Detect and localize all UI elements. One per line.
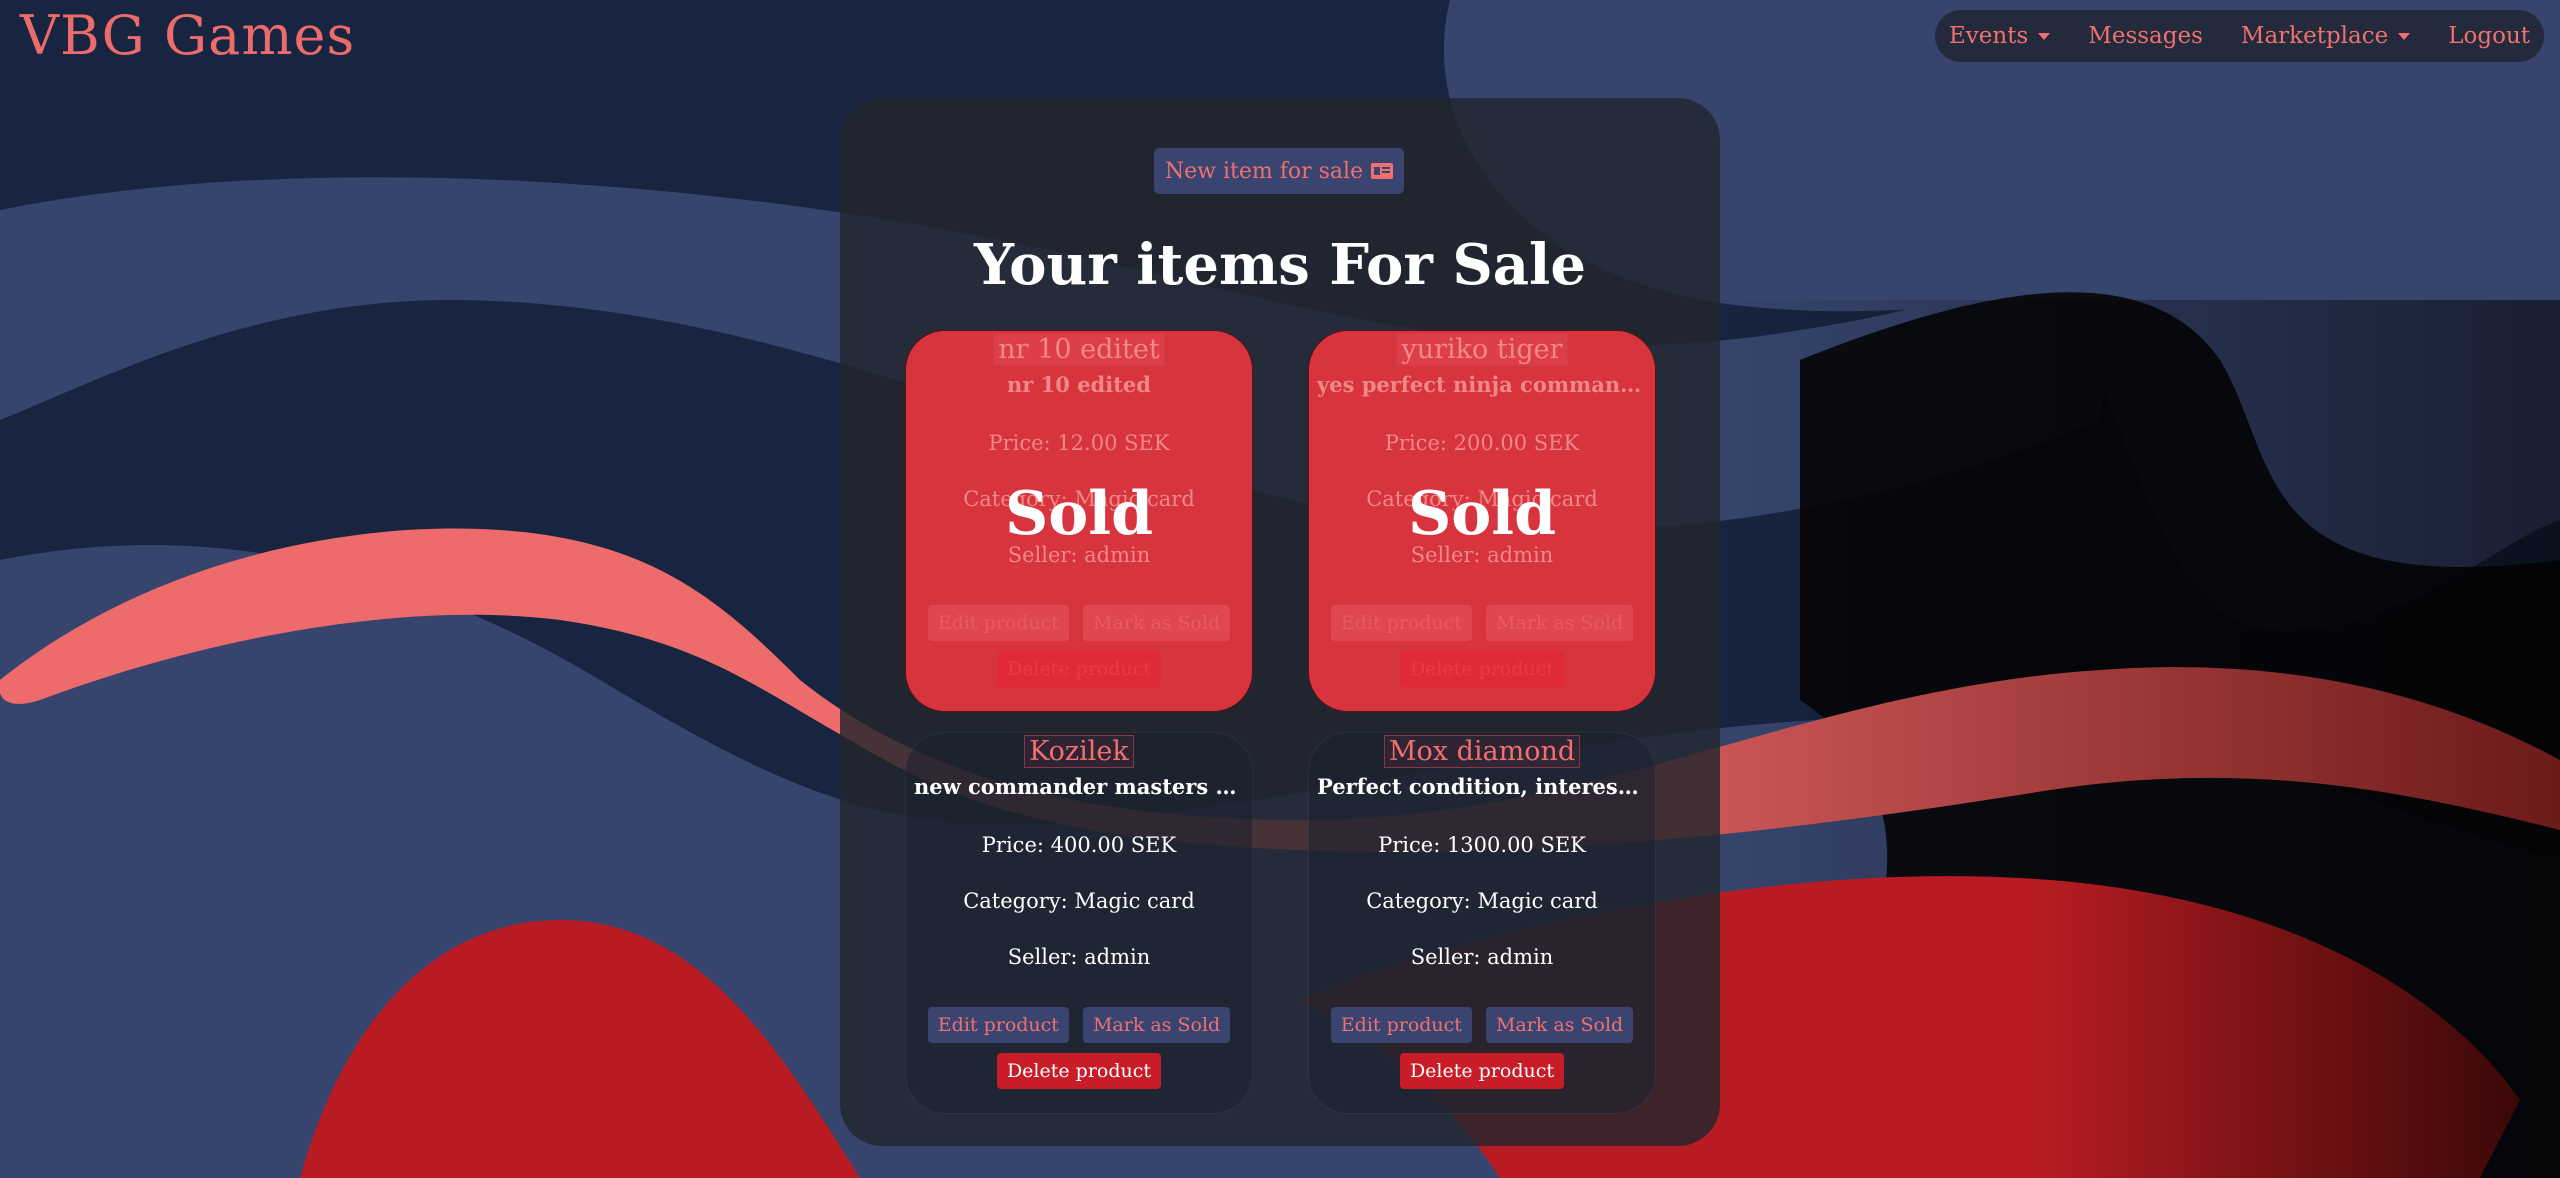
product-description: new commander masters Kozilek [914,774,1244,799]
product-category: Category: Magic card [963,889,1195,913]
product-name[interactable]: nr 10 editet [993,333,1165,366]
product-category: Category: Magic card [963,487,1195,511]
nav-logout-label: Logout [2448,23,2530,49]
new-item-button[interactable]: New item for sale [1154,148,1404,194]
new-item-label: New item for sale [1164,158,1364,184]
edit-product-button[interactable]: Edit product [927,605,1069,641]
product-seller: Seller: admin [1007,543,1151,567]
product-price: Price: 400.00 SEK [981,833,1177,857]
edit-product-button[interactable]: Edit product [1330,605,1472,641]
mark-as-sold-button[interactable]: Mark as Sold [1485,605,1634,641]
product-name[interactable]: Kozilek [1024,735,1134,768]
chevron-down-icon [2398,32,2411,40]
delete-product-button[interactable]: Delete product [996,1053,1162,1089]
product-actions: Edit product Mark as Sold [1309,1007,1655,1043]
product-price: Price: 1300.00 SEK [1378,833,1586,857]
delete-product-button[interactable]: Delete product [1399,651,1565,687]
mark-as-sold-button[interactable]: Mark as Sold [1485,1007,1634,1043]
product-description: Perfect condition, interested? [1317,774,1647,799]
product-card: yuriko tiger yes perfect ninja commander… [1308,330,1656,712]
product-seller: Seller: admin [1410,543,1554,567]
product-category: Category: Magic card [1366,889,1598,913]
page-title: Your items For Sale [974,232,1586,298]
product-seller: Seller: admin [1007,945,1151,969]
nav-messages-link[interactable]: Messages [2088,23,2203,49]
nav-marketplace-label: Marketplace [2240,23,2389,49]
top-navbar: Events Messages Marketplace Logout [1935,10,2544,62]
mark-as-sold-button[interactable]: Mark as Sold [1082,1007,1231,1043]
product-card: Mox diamond Perfect condition, intereste… [1308,732,1656,1114]
product-card: nr 10 editet nr 10 edited Price: 12.00 S… [905,330,1253,712]
product-actions: Edit product Mark as Sold [1309,605,1655,641]
chevron-down-icon [2038,32,2051,40]
product-name[interactable]: yuriko tiger [1396,333,1568,366]
delete-product-button[interactable]: Delete product [1399,1053,1565,1089]
nav-events-dropdown[interactable]: Events [1949,23,2051,49]
product-description: nr 10 edited [1007,372,1151,397]
product-description: yes perfect ninja commander [1317,372,1647,397]
delete-product-button[interactable]: Delete product [996,651,1162,687]
product-name[interactable]: Mox diamond [1383,735,1581,768]
nav-events-label: Events [1949,23,2029,49]
brand-logo[interactable]: VBG Games [20,4,355,67]
mark-as-sold-button[interactable]: Mark as Sold [1082,605,1231,641]
product-seller: Seller: admin [1410,945,1554,969]
edit-product-button[interactable]: Edit product [927,1007,1069,1043]
product-price: Price: 12.00 SEK [988,431,1170,455]
nav-marketplace-dropdown[interactable]: Marketplace [2240,23,2411,49]
product-actions: Edit product Mark as Sold [906,605,1252,641]
nav-messages-label: Messages [2088,23,2203,49]
product-card: Kozilek new commander masters Kozilek Pr… [905,732,1253,1114]
nav-logout-link[interactable]: Logout [2448,23,2530,49]
product-category: Category: Magic card [1366,487,1598,511]
product-price: Price: 200.00 SEK [1384,431,1580,455]
edit-product-button[interactable]: Edit product [1330,1007,1472,1043]
product-actions: Edit product Mark as Sold [906,1007,1252,1043]
id-card-icon [1371,163,1394,179]
